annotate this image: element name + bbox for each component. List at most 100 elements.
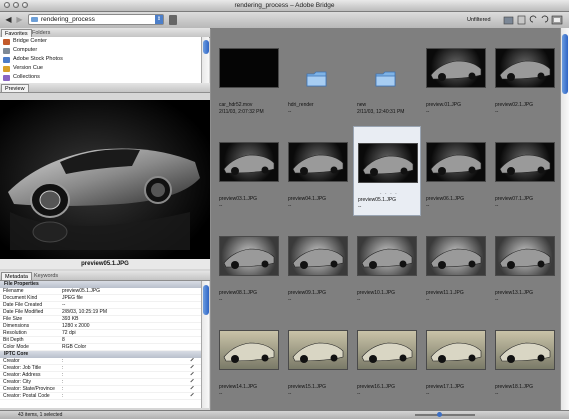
path-label: rendering_process [41, 16, 95, 23]
file-date: -- [357, 391, 361, 397]
file-thumbnail-cell[interactable]: preview04.1.JPG -- [284, 126, 352, 216]
file-thumbnail-cell[interactable]: preview15.1.JPG -- [284, 314, 352, 404]
dropdown-arrows-icon: ⇕ [155, 15, 163, 24]
favorite-item[interactable]: Version Cue [3, 64, 43, 73]
file-thumbnail-cell[interactable]: preview.01.JPG -- [422, 32, 490, 122]
metadata-value: 393 KB [62, 316, 79, 322]
file-thumbnail-cell[interactable]: preview09.1.JPG -- [284, 220, 352, 310]
image-thumbnail [495, 48, 555, 88]
metadata-row: Bit Depth 8 [0, 337, 201, 344]
car-thumbnail [499, 60, 551, 81]
car-thumbnail [499, 154, 551, 175]
metadata-scroll-thumb[interactable] [203, 285, 209, 315]
metadata-value[interactable]: : [62, 393, 63, 400]
back-button[interactable]: ◀ [4, 15, 13, 25]
file-thumbnail-cell[interactable]: preview14.1.JPG -- [215, 314, 283, 404]
metadata-row[interactable]: Creator: Job Title: [0, 364, 201, 372]
metadata-row: Date File Created -- [0, 302, 201, 309]
thumbnail-size-slider-thumb[interactable] [437, 412, 442, 417]
file-date: -- [358, 204, 362, 210]
file-thumbnail-cell[interactable]: preview02.1.JPG -- [491, 32, 559, 122]
file-thumbnail-cell[interactable]: car_hdr52.mov 2/11/03, 2:07:32 PM [215, 32, 283, 122]
file-thumbnail-cell[interactable]: preview11.1.JPG -- [422, 220, 490, 310]
car-thumbnail [361, 248, 413, 269]
favorite-item[interactable]: Adobe Stock Photos [3, 55, 63, 64]
edit-pencil-icon[interactable] [190, 378, 197, 386]
favorite-item[interactable]: Computer [3, 46, 37, 55]
file-name: preview15.1.JPG [288, 384, 327, 390]
content-scrollbar[interactable] [560, 28, 569, 410]
go-up-folder-icon[interactable] [169, 15, 177, 25]
forward-button[interactable]: ▶ [15, 15, 24, 25]
car-thumbnail [430, 60, 482, 81]
favorite-item[interactable]: Collections [3, 73, 40, 82]
metadata-value[interactable]: : [62, 386, 63, 393]
metadata-scrollbar[interactable] [201, 281, 209, 408]
file-thumbnail-cell[interactable]: preview10.1.JPG -- [353, 220, 421, 310]
file-thumbnail-cell[interactable]: preview08.1.JPG -- [215, 220, 283, 310]
file-date: -- [426, 297, 430, 303]
metadata-value[interactable]: : [62, 379, 63, 386]
car-thumbnail [430, 342, 482, 363]
thumbnail-size-slider[interactable] [415, 414, 475, 416]
favorite-icon [3, 56, 10, 63]
rating-stars[interactable]: · · · · [380, 191, 398, 197]
minimize-window-button[interactable] [13, 2, 19, 8]
metadata-section-header[interactable]: File Properties [0, 281, 201, 288]
metadata-value[interactable]: : [62, 365, 63, 372]
file-thumbnail-cell[interactable]: preview06.1.JPG -- [422, 126, 490, 216]
metadata-row[interactable]: Creator: Address: [0, 371, 201, 379]
edit-pencil-icon[interactable] [190, 357, 197, 365]
file-thumbnail-cell[interactable]: hdri_render -- [284, 32, 352, 122]
metadata-row[interactable]: Creator: City: [0, 378, 201, 386]
file-name: preview04.1.JPG [288, 196, 327, 202]
metadata-value[interactable]: : [62, 372, 63, 379]
edit-pencil-icon[interactable] [190, 371, 197, 379]
metadata-value[interactable]: : [62, 358, 63, 365]
rotate-right-icon[interactable] [541, 15, 549, 23]
metadata-row[interactable]: Creator: [0, 357, 201, 365]
file-name: preview.01.JPG [426, 102, 462, 108]
metadata-row[interactable]: Creator: State/Province: [0, 385, 201, 393]
tab-preview[interactable]: Preview [1, 84, 29, 92]
metadata-section-header[interactable]: IPTC Core [0, 351, 201, 358]
filter-dropdown[interactable]: Unfiltered [467, 15, 491, 25]
favorites-scroll-thumb[interactable] [203, 40, 209, 54]
new-folder-icon[interactable] [503, 16, 514, 25]
metadata-value: 2/8/03, 10:25:19 PM [62, 309, 108, 315]
file-date: -- [288, 109, 292, 115]
trash-icon[interactable] [517, 15, 526, 25]
tab-keywords[interactable]: Keywords [31, 272, 61, 280]
file-thumbnail-cell[interactable]: preview03.1.JPG -- [215, 126, 283, 216]
edit-pencil-icon[interactable] [190, 364, 197, 372]
car-thumbnail [499, 342, 551, 363]
file-name: preview10.1.JPG [357, 290, 396, 296]
metadata-key: Color Mode [3, 344, 29, 350]
view-mode-icon[interactable] [551, 15, 563, 25]
tab-favorites[interactable]: Favorites [1, 29, 32, 37]
path-dropdown[interactable]: rendering_process ⇕ [28, 14, 164, 25]
image-thumbnail [426, 48, 486, 88]
tab-metadata[interactable]: Metadata [1, 272, 32, 280]
close-window-button[interactable] [4, 2, 10, 8]
file-thumbnail-cell[interactable]: new 2/11/03, 12:40:31 PM [353, 32, 421, 122]
file-thumbnail-cell[interactable]: preview13.1.JPG -- [491, 220, 559, 310]
file-thumbnail-cell[interactable]: preview07.1.JPG -- [491, 126, 559, 216]
favorites-scrollbar[interactable] [201, 37, 209, 83]
metadata-row[interactable]: Creator: Postal Code: [0, 392, 201, 400]
left-panel: Favorites Folders Bridge Center Computer A… [0, 28, 210, 410]
edit-pencil-icon[interactable] [190, 385, 197, 393]
favorite-icon [3, 47, 10, 54]
file-thumbnail-cell[interactable]: preview17.1.JPG -- [422, 314, 490, 404]
favorite-item[interactable]: Bridge Center [3, 37, 47, 46]
tab-folders[interactable]: Folders [29, 29, 53, 37]
metadata-key: Creator: Job Title [3, 365, 42, 371]
file-thumbnail-cell[interactable]: preview16.1.JPG -- [353, 314, 421, 404]
rotate-left-icon[interactable] [529, 15, 537, 23]
zoom-window-button[interactable] [22, 2, 28, 8]
content-scroll-thumb[interactable] [562, 34, 568, 94]
edit-pencil-icon[interactable] [190, 392, 197, 400]
file-name: preview11.1.JPG [426, 290, 464, 296]
file-thumbnail-cell[interactable]: preview05.1.JPG -- · · · · [353, 126, 421, 216]
file-thumbnail-cell[interactable]: preview18.1.JPG -- [491, 314, 559, 404]
